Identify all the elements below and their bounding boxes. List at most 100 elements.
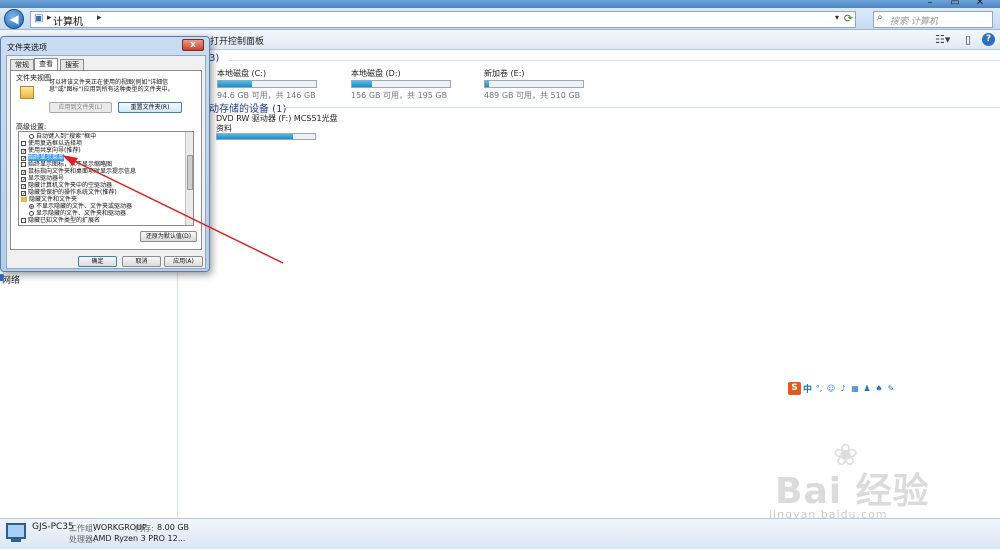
- back-button[interactable]: ◀: [4, 9, 24, 29]
- advanced-setting-label: 隐藏受保护的操作系统文件(推荐): [28, 189, 117, 196]
- advanced-settings-list[interactable]: 自动键入到“搜索”框中 使用复选框以选择项 ✓ 使用共享向导(推荐) ✓ 始终显示菜单 始终…: [18, 131, 194, 226]
- drive-free-space: 156 GB 可用，共 195 GB: [351, 91, 448, 100]
- dialog-close-button[interactable]: x: [182, 39, 204, 51]
- advanced-setting-label: 隐藏文件和文件夹: [29, 196, 78, 203]
- emoji-icon[interactable]: ☺: [826, 384, 836, 393]
- keyboard-icon[interactable]: ▦: [850, 384, 860, 393]
- drive-name: 本地磁盘 (D:): [351, 69, 401, 78]
- computer-icon: [6, 523, 26, 539]
- advanced-setting-item[interactable]: 隐藏已知文件类型的扩展名: [21, 217, 100, 224]
- tab-general[interactable]: 常规: [10, 59, 34, 70]
- view-options-icon[interactable]: ☷▾: [935, 33, 950, 46]
- advanced-setting-item[interactable]: 不显示隐藏的文件、文件夹或驱动器: [29, 203, 132, 210]
- advanced-setting-item[interactable]: ✓ 始终显示菜单: [21, 154, 65, 162]
- advanced-setting-item[interactable]: ✓ 隐藏受保护的操作系统文件(推荐): [21, 189, 117, 197]
- drive-name: 本地磁盘 (C:): [217, 69, 267, 78]
- computer-stand: [11, 539, 21, 542]
- details-pane: GJS-PC35 工作组: WORKGROUP 内存: 8.00 GB 处理器:…: [0, 518, 1000, 549]
- dvd-drive-f[interactable]: DVD RW 驱动器 (F:) MCS51光盘 资料: [216, 113, 396, 153]
- baidu-watermark: ❀ Bai 经验 jingyan.baidu.com: [765, 438, 995, 528]
- advanced-setting-item[interactable]: 隐藏文件和文件夹: [21, 196, 77, 203]
- checkbox[interactable]: [21, 162, 26, 167]
- advanced-setting-label: 隐藏计算机文件夹中的空驱动器: [28, 182, 113, 189]
- search-input[interactable]: ⌕ 搜索 计算机: [873, 11, 993, 28]
- drive-usage-fill: [218, 81, 253, 87]
- advanced-setting-label: 隐藏已知文件类型的扩展名: [28, 217, 101, 224]
- folder-view-description: 可以将该文件夹正在使用的视图(例如"详细信息"或"图标")应用到所有这种类型的文…: [49, 79, 174, 93]
- radio-button[interactable]: [29, 204, 34, 209]
- title-bar: – ▭ ✕: [0, 0, 1000, 8]
- advanced-setting-label: 不显示隐藏的文件、文件夹或驱动器: [36, 203, 133, 210]
- drive-name: 新加卷 (E:): [484, 69, 525, 78]
- skin-icon[interactable]: ♠: [874, 384, 884, 393]
- folder-options-dialog: 文件夹选项 x 常规 查看 搜索 文件夹视图 可以将该文件夹正在使用的视图(例如…: [0, 36, 210, 272]
- chevron-right-icon[interactable]: ▸: [47, 13, 52, 23]
- scrollbar[interactable]: [185, 132, 193, 225]
- watermark-text: Bai 经验: [775, 471, 930, 512]
- computer-icon: ▣: [34, 13, 44, 24]
- advanced-setting-label: 使用共享向导(推荐): [28, 147, 81, 154]
- user-icon[interactable]: ♟: [862, 384, 872, 393]
- dialog-title: 文件夹选项: [7, 43, 47, 52]
- checkbox[interactable]: [21, 141, 26, 146]
- advanced-setting-item[interactable]: ✓ 显示驱动器号: [21, 175, 64, 183]
- drive-usage-bar: [351, 80, 451, 88]
- tab-search[interactable]: 搜索: [60, 59, 84, 70]
- chevron-down-icon[interactable]: ▾: [835, 13, 839, 22]
- settings-icon[interactable]: ✎: [886, 384, 896, 393]
- hard-disk-group-header[interactable]: 3): [209, 53, 219, 64]
- ime-toolbar: S 中 °, ☺ ♪ ▦ ♟ ♠ ✎: [788, 381, 896, 395]
- address-path[interactable]: 计算机: [53, 13, 83, 28]
- drive-e[interactable]: 新加卷 (E:) 489 GB 可用，共 510 GB: [484, 68, 624, 108]
- drive-usage-bar: [484, 80, 584, 88]
- folder-icon: [20, 86, 34, 99]
- divider: [284, 107, 1000, 108]
- drive-d[interactable]: 本地磁盘 (D:) 156 GB 可用，共 195 GB: [351, 68, 491, 108]
- punctuation-icon[interactable]: °,: [814, 384, 824, 393]
- address-bar[interactable]: ▣ ▸ 计算机 ▸ ▾ ⟳: [30, 11, 856, 28]
- open-control-panel-button[interactable]: 打开控制面板: [210, 34, 264, 47]
- microphone-icon[interactable]: ♪: [838, 384, 848, 393]
- reset-folders-button[interactable]: 重置文件夹(R): [118, 102, 182, 113]
- scrollbar-thumb[interactable]: [187, 155, 193, 190]
- preview-pane-icon[interactable]: ▯: [965, 33, 971, 46]
- chevron-right-icon[interactable]: ▸: [97, 13, 102, 23]
- advanced-setting-item[interactable]: 使用复选框以选择项: [21, 140, 82, 147]
- network-icon: ■: [0, 273, 5, 283]
- drive-usage-bar: [217, 80, 317, 88]
- apply-button[interactable]: 应用(A): [164, 256, 203, 267]
- nav-item-network[interactable]: ■ 网络: [0, 273, 21, 286]
- search-icon: ⌕: [877, 12, 883, 23]
- folder-icon: [21, 197, 27, 202]
- ime-logo-icon[interactable]: S: [788, 381, 801, 395]
- drive-usage-fill: [217, 134, 294, 139]
- drive-usage-fill: [485, 81, 489, 87]
- ok-button[interactable]: 确定: [78, 256, 117, 267]
- advanced-setting-label: 鼠标指向文件夹和桌面项时显示提示信息: [28, 168, 137, 175]
- help-icon[interactable]: ?: [982, 33, 995, 46]
- restore-defaults-button[interactable]: 还原为默认值(D): [140, 231, 197, 242]
- apply-to-folders-button[interactable]: 应用到文件夹(L): [49, 102, 112, 113]
- view-tab-panel: 文件夹视图 可以将该文件夹正在使用的视图(例如"详细信息"或"图标")应用到所有…: [10, 70, 202, 250]
- memory-value: 8.00 GB: [157, 523, 190, 532]
- computer-name: GJS-PC35: [32, 522, 74, 532]
- advanced-setting-item[interactable]: 自动键入到“搜索”框中: [29, 133, 96, 140]
- advanced-setting-item[interactable]: 始终显示图标，从不显示缩略图: [21, 161, 112, 168]
- cancel-button[interactable]: 取消: [122, 256, 161, 267]
- advanced-setting-item[interactable]: ✓ 使用共享向导(推荐): [21, 147, 81, 155]
- radio-button[interactable]: [29, 134, 34, 139]
- address-row: ◀ ▣ ▸ 计算机 ▸ ▾ ⟳ ⌕ 搜索 计算机: [0, 8, 1000, 30]
- advanced-setting-label: 始终显示菜单: [28, 154, 65, 161]
- radio-button[interactable]: [29, 211, 34, 216]
- processor-label: 处理器:: [69, 535, 96, 544]
- checkbox[interactable]: [21, 218, 26, 223]
- advanced-setting-item[interactable]: ✓ 隐藏计算机文件夹中的空驱动器: [21, 182, 113, 190]
- nav-item-label: 网络: [2, 276, 21, 286]
- advanced-setting-item[interactable]: 显示隐藏的文件、文件夹和驱动器: [29, 210, 126, 217]
- advanced-setting-label: 始终显示图标，从不显示缩略图: [28, 161, 113, 168]
- drive-free-space: 489 GB 可用，共 510 GB: [484, 91, 581, 100]
- refresh-icon[interactable]: ⟳: [844, 12, 853, 25]
- search-placeholder: 搜索 计算机: [890, 17, 938, 27]
- advanced-setting-item[interactable]: ✓ 鼠标指向文件夹和桌面项时显示提示信息: [21, 168, 137, 176]
- ime-language-toggle[interactable]: 中: [803, 382, 812, 395]
